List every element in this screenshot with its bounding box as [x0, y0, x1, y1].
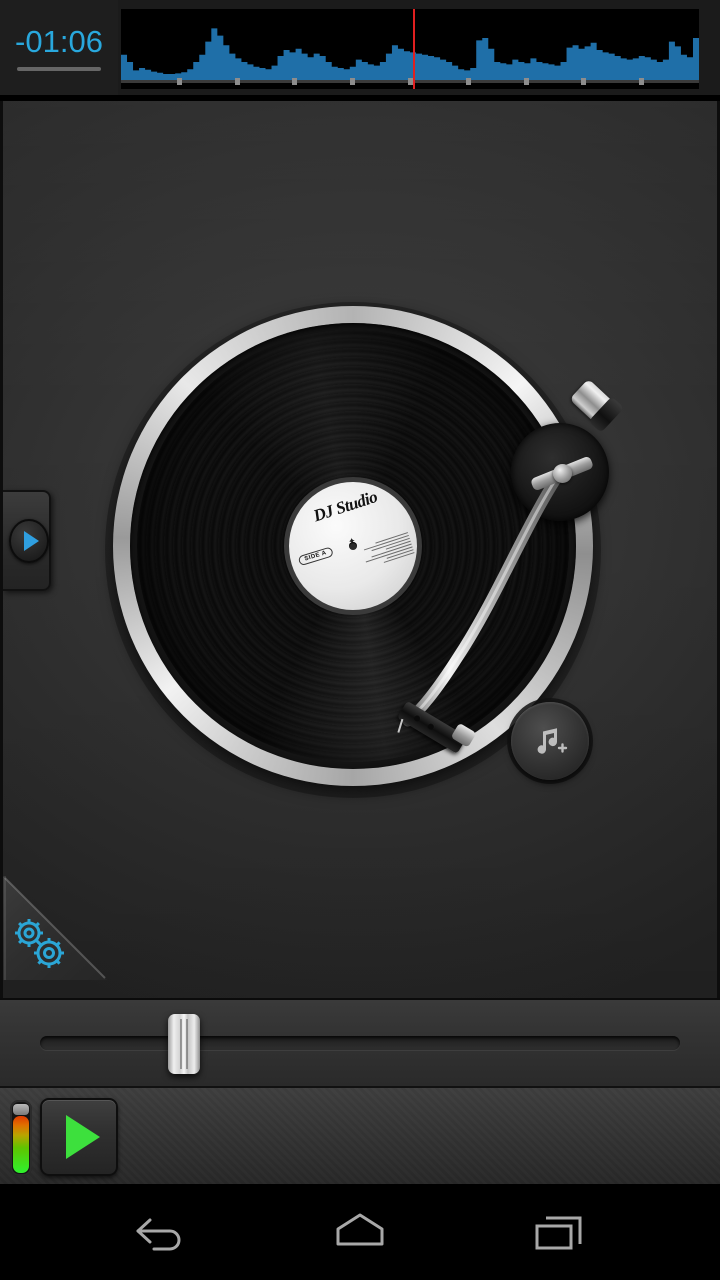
home-icon — [336, 1213, 384, 1246]
top-bar: -01:06 — [0, 0, 720, 98]
time-remaining-text: -01:06 — [15, 24, 103, 59]
add-music-button[interactable] — [511, 702, 589, 780]
time-display[interactable]: -01:06 — [0, 0, 118, 95]
spindle — [349, 542, 357, 550]
tonearm-pivot[interactable] — [529, 441, 595, 505]
waveform-tick — [350, 78, 356, 85]
waveform-track[interactable] — [121, 9, 699, 89]
waveform-tick — [465, 78, 471, 85]
waveform-tick — [523, 78, 529, 85]
back-arrow-icon — [136, 1218, 181, 1251]
vu-meter — [10, 1100, 32, 1176]
time-underline — [17, 67, 101, 71]
waveform-tick — [234, 78, 240, 85]
crossfader-handle[interactable] — [167, 1014, 200, 1074]
waveform-playhead[interactable] — [412, 9, 415, 89]
music-note-plus-icon — [537, 728, 568, 754]
transport-bar: I'm In Need (Original CUE CALL — [0, 1086, 720, 1184]
waveform-tick — [176, 78, 182, 85]
crossfader-track[interactable] — [40, 1036, 680, 1050]
gears-icon[interactable] — [9, 913, 71, 975]
record-label-side: SIDE A — [297, 546, 334, 567]
vu-meter-peak — [13, 1104, 29, 1115]
recents-icon — [535, 1216, 582, 1250]
nav-recents-button[interactable] — [440, 1184, 680, 1280]
dj-app-screen: -01:06 DJ Studio SIDE A ✦ — [0, 0, 720, 1280]
record-label-credits — [356, 532, 415, 572]
play-icon — [65, 1115, 100, 1159]
waveform-graphic — [121, 28, 699, 80]
waveform-tick — [581, 78, 587, 85]
android-navigation-bar — [0, 1184, 720, 1280]
turntable-deck: DJ Studio SIDE A ✦ — [0, 101, 720, 998]
deck-play-tab-circle — [9, 518, 49, 563]
play-button[interactable] — [40, 1098, 118, 1176]
crossfader-zone — [0, 998, 720, 1086]
waveform-tick — [639, 78, 645, 85]
deck-play-tab[interactable] — [3, 490, 51, 591]
play-icon — [23, 530, 39, 551]
waveform-tick — [292, 78, 298, 85]
vu-meter-fill — [13, 1115, 29, 1173]
